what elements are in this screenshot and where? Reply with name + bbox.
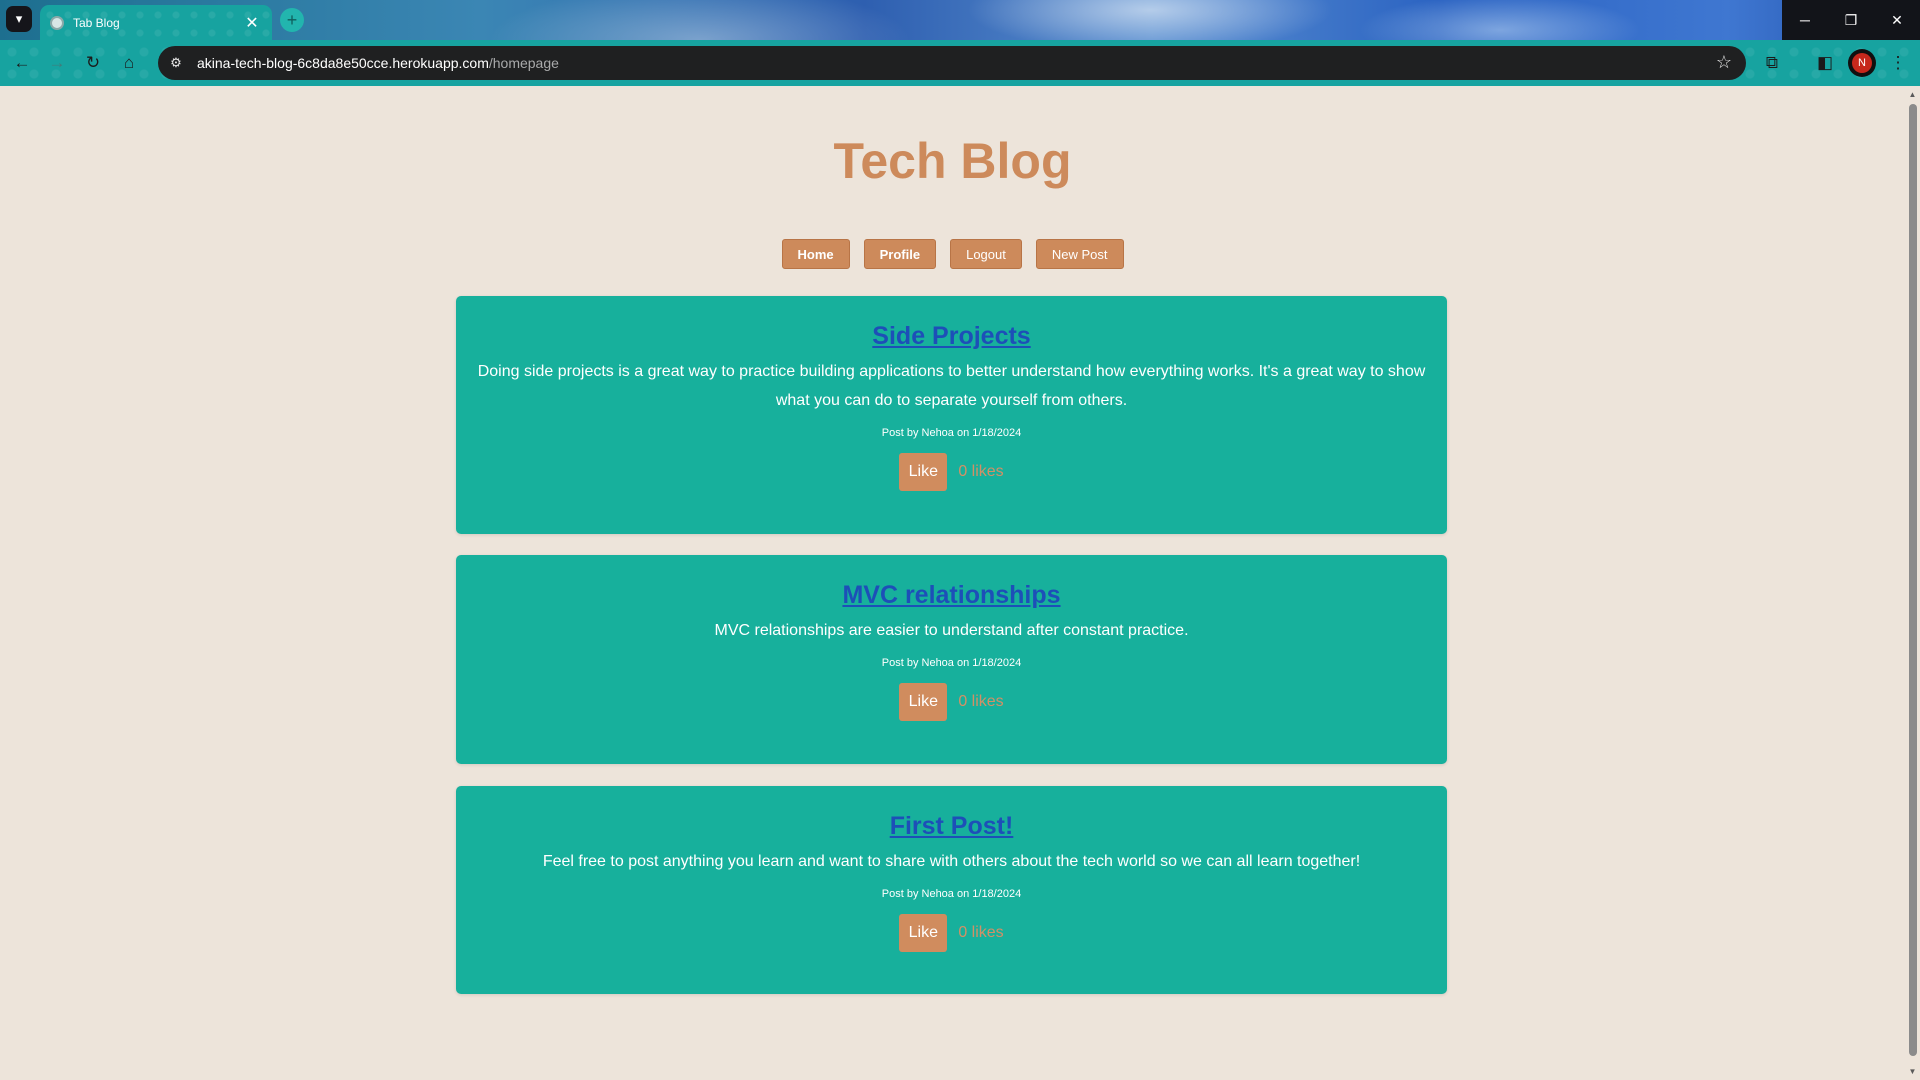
- new-post-button[interactable]: New Post: [1035, 239, 1124, 269]
- tab-title: Tab Blog: [73, 15, 120, 30]
- post-body: Doing side projects is a great way to pr…: [477, 363, 1426, 409]
- site-info-icon[interactable]: ⚙: [161, 48, 191, 78]
- address-bar[interactable]: ⚙ akina-tech-blog-6c8da8e50cce.herokuapp…: [158, 46, 1746, 80]
- post-meta: Post by Nehoa on 1/18/2024: [881, 657, 1022, 669]
- back-arrow-icon[interactable]: ←: [10, 51, 34, 75]
- like-button[interactable]: Like: [899, 683, 948, 721]
- new-tab-button[interactable]: +: [280, 8, 304, 32]
- likes-count: 0 likes: [958, 693, 1004, 710]
- chevron-down-icon: ▾: [15, 11, 23, 26]
- url-host: akina-tech-blog-6c8da8e50cce.herokuapp.c…: [197, 55, 489, 71]
- close-icon[interactable]: ✕: [242, 13, 262, 33]
- site-nav: Home Profile Logout New Post: [0, 239, 1905, 269]
- post-meta: Post by Nehoa on 1/18/2024: [881, 888, 1022, 900]
- reload-icon[interactable]: ↻: [81, 51, 105, 75]
- post-title-link[interactable]: First Post!: [456, 812, 1447, 841]
- scroll-up-icon[interactable]: ▲: [1908, 90, 1917, 99]
- restore-icon[interactable]: ❐: [1828, 0, 1874, 40]
- page-scrollbar[interactable]: ▲ ▼: [1905, 86, 1920, 1080]
- like-row: Like 0 likes: [456, 683, 1447, 721]
- like-button[interactable]: Like: [899, 453, 948, 491]
- scrollbar-thumb[interactable]: [1909, 104, 1917, 1056]
- profile-button[interactable]: Profile: [863, 239, 937, 269]
- logout-button[interactable]: Logout: [950, 239, 1022, 269]
- post-meta: Post by Nehoa on 1/18/2024: [881, 427, 1022, 439]
- post-body: Feel free to post anything you learn and…: [542, 853, 1361, 870]
- minimize-icon[interactable]: ─: [1782, 0, 1828, 40]
- profile-avatar[interactable]: N: [1848, 49, 1876, 77]
- tab-search-button[interactable]: ▾: [6, 6, 32, 32]
- post-card: Side Projects Doing side projects is a g…: [456, 296, 1447, 534]
- post-card: MVC relationships MVC relationships are …: [456, 555, 1447, 764]
- profile-initial: N: [1852, 53, 1872, 73]
- post-title-link[interactable]: MVC relationships: [456, 581, 1447, 610]
- site-title: Tech Blog: [833, 133, 1072, 189]
- extensions-icon[interactable]: ⧉: [1760, 51, 1784, 75]
- like-row: Like 0 likes: [456, 914, 1447, 952]
- browser-tab-active[interactable]: Tab Blog ✕: [40, 5, 272, 40]
- url-path: /homepage: [488, 55, 559, 71]
- menu-dots-icon[interactable]: ⋮: [1886, 51, 1910, 75]
- page-viewport: Tech Blog Home Profile Logout New Post S…: [0, 86, 1920, 1080]
- forward-arrow-icon[interactable]: →: [45, 51, 69, 75]
- plus-icon: +: [286, 10, 298, 30]
- post-card: First Post! Feel free to post anything y…: [456, 786, 1447, 994]
- like-row: Like 0 likes: [456, 453, 1447, 491]
- home-icon[interactable]: ⌂: [117, 51, 141, 75]
- like-button[interactable]: Like: [899, 914, 948, 952]
- globe-icon: [50, 15, 64, 30]
- window-close-icon[interactable]: ✕: [1874, 0, 1920, 40]
- window-controls: ─ ❐ ✕: [1782, 0, 1920, 40]
- scroll-down-icon[interactable]: ▼: [1908, 1067, 1917, 1076]
- likes-count: 0 likes: [958, 924, 1004, 941]
- side-panel-icon[interactable]: ◧: [1813, 51, 1837, 75]
- post-title-link[interactable]: Side Projects: [456, 322, 1447, 351]
- bookmark-star-icon[interactable]: ☆: [1716, 52, 1732, 73]
- browser-tab-strip: ▾ Tab Blog ✕ + ─ ❐ ✕: [0, 0, 1920, 40]
- post-body: MVC relationships are easier to understa…: [714, 622, 1189, 639]
- home-button[interactable]: Home: [781, 239, 850, 269]
- browser-toolbar: ← → ↻ ⌂ ⚙ akina-tech-blog-6c8da8e50cce.h…: [0, 40, 1920, 86]
- likes-count: 0 likes: [958, 463, 1004, 480]
